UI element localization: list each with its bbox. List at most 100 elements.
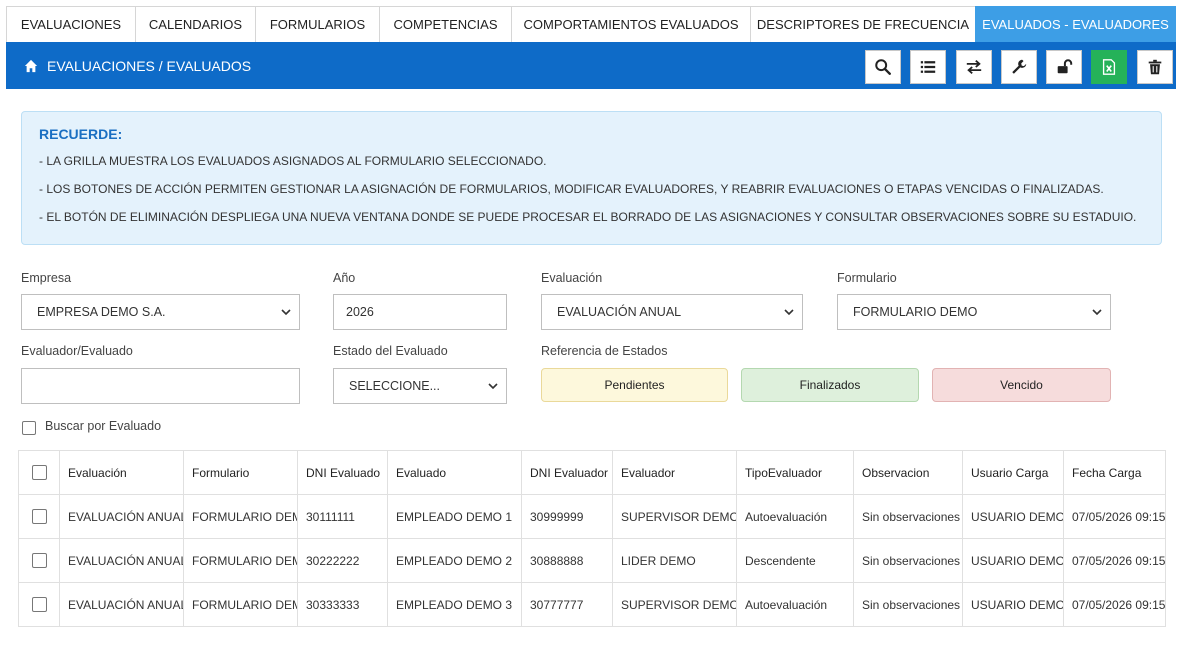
home-icon[interactable] bbox=[24, 59, 38, 73]
tab-competencias[interactable]: COMPETENCIAS bbox=[379, 6, 512, 42]
column-header[interactable]: Formulario bbox=[183, 450, 298, 495]
tab-formularios[interactable]: FORMULARIOS bbox=[255, 6, 380, 42]
table-cell: Sin observaciones bbox=[853, 538, 963, 583]
table-cell: FORMULARIO DEMO bbox=[183, 494, 298, 539]
estado-vencido-badge: Vencido bbox=[932, 368, 1111, 402]
search-button[interactable] bbox=[865, 50, 901, 84]
trash-icon bbox=[1148, 59, 1162, 75]
referencia-estados-label: Referencia de Estados bbox=[541, 344, 668, 358]
excel-icon bbox=[1102, 59, 1116, 75]
table-cell: Autoevaluación bbox=[736, 582, 854, 627]
row-checkbox[interactable] bbox=[31, 597, 47, 613]
anio-label: Año bbox=[333, 271, 356, 285]
column-header[interactable]: Usuario Carga bbox=[962, 450, 1064, 495]
tab-calendarios[interactable]: CALENDARIOS bbox=[135, 6, 256, 42]
column-header[interactable]: Fecha Carga bbox=[1063, 450, 1166, 495]
column-header[interactable]: Evaluador bbox=[612, 450, 737, 495]
table-cell: 30999999 bbox=[521, 494, 613, 539]
table-cell: SUPERVISOR DEMO bbox=[612, 582, 737, 627]
table-cell: 30333333 bbox=[297, 582, 388, 627]
settings-button[interactable] bbox=[1001, 50, 1037, 84]
column-header[interactable]: Evaluado bbox=[387, 450, 522, 495]
anio-field[interactable]: 2026 bbox=[333, 294, 507, 330]
table-cell: USUARIO DEMO bbox=[962, 494, 1064, 539]
evaluador-evaluado-input[interactable] bbox=[21, 368, 300, 404]
row-checkbox[interactable] bbox=[31, 509, 47, 525]
reopen-button[interactable] bbox=[1046, 50, 1082, 84]
info-title: RECUERDE: bbox=[39, 126, 123, 142]
select-all-checkbox[interactable] bbox=[31, 465, 47, 481]
formulario-label: Formulario bbox=[837, 271, 897, 285]
table-cell: EMPLEADO DEMO 2 bbox=[387, 538, 522, 583]
evaluacion-select[interactable]: EVALUACIÓN ANUAL bbox=[541, 294, 803, 330]
buscar-por-evaluado-checkbox[interactable] bbox=[22, 421, 36, 435]
buscar-por-evaluado-label: Buscar por Evaluado bbox=[45, 419, 162, 433]
table-cell: EMPLEADO DEMO 3 bbox=[387, 582, 522, 627]
table-cell: 07/05/2026 09:15 bbox=[1063, 494, 1166, 539]
evaluador-evaluado-label: Evaluador/Evaluado bbox=[21, 344, 133, 358]
empresa-select[interactable]: EMPRESA DEMO S.A. bbox=[21, 294, 300, 330]
estado-select[interactable]: SELECCIONE... bbox=[333, 368, 507, 404]
evaluacion-label: Evaluación bbox=[541, 271, 603, 285]
formulario-value: FORMULARIO DEMO bbox=[853, 305, 978, 319]
estado-value: SELECCIONE... bbox=[349, 379, 440, 393]
info-line-3: - EL BOTÓN DE ELIMINACIÓN DESPLIEGA UNA … bbox=[39, 210, 1137, 224]
unlock-icon bbox=[1057, 59, 1073, 74]
table-cell: EVALUACIÓN ANUAL bbox=[59, 494, 184, 539]
tab-descriptores-de-frecuencia[interactable]: DESCRIPTORES DE FRECUENCIA bbox=[750, 6, 976, 42]
info-line-2: - LOS BOTONES DE ACCIÓN PERMITEN GESTION… bbox=[39, 182, 1104, 196]
export-excel-button[interactable] bbox=[1091, 50, 1127, 84]
formulario-select[interactable]: FORMULARIO DEMO bbox=[837, 294, 1111, 330]
table-cell: FORMULARIO DEMO bbox=[183, 582, 298, 627]
swap-icon bbox=[966, 60, 982, 74]
table-cell: 07/05/2026 09:15 bbox=[1063, 582, 1166, 627]
table-cell: 30222222 bbox=[297, 538, 388, 583]
row-checkbox[interactable] bbox=[31, 553, 47, 569]
table-cell: FORMULARIO DEMO bbox=[183, 538, 298, 583]
table-cell: 07/05/2026 09:15 bbox=[1063, 538, 1166, 583]
info-box: RECUERDE: - LA GRILLA MUESTRA LOS EVALUA… bbox=[21, 111, 1162, 245]
evaluados-table: Evaluación Formulario DNI Evaluado Evalu… bbox=[18, 450, 1166, 627]
table-cell: Sin observaciones bbox=[853, 582, 963, 627]
column-header[interactable]: DNI Evaluado bbox=[297, 450, 388, 495]
chevron-down-icon bbox=[281, 309, 291, 316]
table-cell: EVALUACIÓN ANUAL bbox=[59, 538, 184, 583]
table-row[interactable]: EVALUACIÓN ANUAL FORMULARIO DEMO 3011111… bbox=[18, 494, 1166, 539]
search-icon bbox=[875, 59, 891, 75]
table-cell: 30111111 bbox=[297, 494, 388, 539]
table-cell: 30888888 bbox=[521, 538, 613, 583]
estado-label: Estado del Evaluado bbox=[333, 344, 448, 358]
chevron-down-icon bbox=[488, 383, 498, 390]
table-cell: Sin observaciones bbox=[853, 494, 963, 539]
column-header[interactable]: Evaluación bbox=[59, 450, 184, 495]
select-all-cell bbox=[18, 450, 60, 495]
row-select-cell bbox=[18, 538, 60, 583]
table-cell: 30777777 bbox=[521, 582, 613, 627]
tab-comportamientos-evaluados[interactable]: COMPORTAMIENTOS EVALUADOS bbox=[511, 6, 751, 42]
wrench-icon bbox=[1012, 59, 1027, 74]
page-header: EVALUACIONES / EVALUADOS bbox=[6, 42, 1176, 89]
table-cell: EMPLEADO DEMO 1 bbox=[387, 494, 522, 539]
breadcrumb: EVALUACIONES / EVALUADOS bbox=[24, 42, 251, 89]
table-cell: USUARIO DEMO bbox=[962, 582, 1064, 627]
column-header[interactable]: Observacion bbox=[853, 450, 963, 495]
empresa-label: Empresa bbox=[21, 271, 72, 285]
list-icon bbox=[920, 61, 936, 73]
table-cell: Descendente bbox=[736, 538, 854, 583]
table-row[interactable]: EVALUACIÓN ANUAL FORMULARIO DEMO 3033333… bbox=[18, 582, 1166, 627]
table-cell: Autoevaluación bbox=[736, 494, 854, 539]
table-header-row: Evaluación Formulario DNI Evaluado Evalu… bbox=[18, 450, 1166, 495]
tab-evaluaciones[interactable]: EVALUACIONES bbox=[6, 6, 136, 42]
table-row[interactable]: EVALUACIÓN ANUAL FORMULARIO DEMO 3022222… bbox=[18, 538, 1166, 583]
list-button[interactable] bbox=[910, 50, 946, 84]
delete-button[interactable] bbox=[1137, 50, 1173, 84]
swap-evaluator-button[interactable] bbox=[956, 50, 992, 84]
estado-pendientes-badge: Pendientes bbox=[541, 368, 728, 402]
info-line-1: - LA GRILLA MUESTRA LOS EVALUADOS ASIGNA… bbox=[39, 154, 547, 168]
anio-value: 2026 bbox=[346, 305, 374, 319]
tab-evaluados-evaluadores[interactable]: EVALUADOS - EVALUADORES bbox=[975, 6, 1176, 42]
table-cell: EVALUACIÓN ANUAL bbox=[59, 582, 184, 627]
empresa-value: EMPRESA DEMO S.A. bbox=[37, 305, 166, 319]
column-header[interactable]: DNI Evaluador bbox=[521, 450, 613, 495]
column-header[interactable]: TipoEvaluador bbox=[736, 450, 854, 495]
